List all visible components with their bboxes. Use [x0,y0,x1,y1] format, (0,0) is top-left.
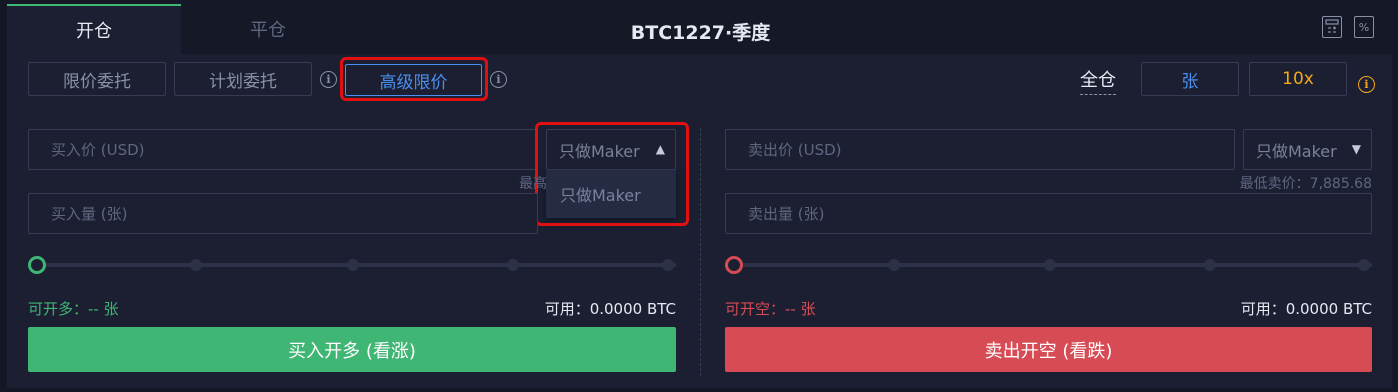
buy-amount-input[interactable] [51,204,537,223]
leverage-button[interactable]: 10x [1249,62,1347,96]
slider-node[interactable] [1044,259,1056,271]
sell-maker-label: 只做Maker [1256,141,1337,161]
column-divider [700,128,701,376]
buy-open-long-button[interactable]: 买入开多 (看涨) [28,327,676,372]
buy-amount-field[interactable] [28,193,538,234]
highlight-advanced-limit [340,57,488,101]
slider-node[interactable] [347,259,359,271]
buy-available-balance: 可用：0.0000 BTC [544,300,676,318]
sell-amount-input[interactable] [748,204,1371,223]
buy-open-amount: 可开多：-- 张 [28,300,119,318]
unit-select-button[interactable]: 张 [1141,62,1239,96]
info-icon[interactable]: i [320,71,337,88]
contract-title: BTC1227·季度 [630,22,771,44]
calculator-icon[interactable] [1322,16,1342,38]
plan-order-button[interactable]: 计划委托 [174,62,312,96]
limit-order-button[interactable]: 限价委托 [28,62,166,96]
tab-open-position[interactable]: 开仓 [7,4,181,54]
buy-price-input[interactable] [51,140,537,159]
slider-node[interactable] [662,259,674,271]
sell-open-amount: 可开空：-- 张 [725,300,816,318]
slider-node[interactable] [1358,259,1370,271]
sell-maker-select[interactable]: 只做Maker ▼ [1243,129,1372,170]
sell-slider-thumb[interactable] [725,256,743,274]
sell-price-field[interactable] [725,129,1235,170]
percent-icon[interactable]: % [1354,16,1374,38]
sell-amount-slider[interactable] [725,255,1372,275]
buy-price-field[interactable] [28,129,538,170]
sell-amount-field[interactable] [725,193,1372,234]
tab-close-position[interactable]: 平仓 [181,4,355,54]
slider-node[interactable] [507,259,519,271]
slider-node[interactable] [1204,259,1216,271]
slider-node[interactable] [888,259,900,271]
buy-max-price-hint: 最高 [519,176,547,192]
sell-open-short-button[interactable]: 卖出开空 (看跌) [725,327,1372,372]
slider-node[interactable] [190,259,202,271]
warning-info-icon[interactable]: i [1358,76,1375,93]
sell-available-balance: 可用：0.0000 BTC [1240,300,1372,318]
buy-amount-slider[interactable] [28,255,676,275]
chevron-down-icon: ▼ [1351,142,1361,156]
sell-min-price-hint: 最低卖价：7,885.68 [1239,176,1372,192]
highlight-maker-dropdown [535,122,689,226]
trade-panel: 开仓 平仓 BTC1227·季度 % 限价委托 计划委托 i 高级限价 i 全仓… [7,4,1392,388]
buy-slider-thumb[interactable] [28,256,46,274]
margin-mode-toggle[interactable]: 全仓 [1080,66,1116,95]
trade-header: 开仓 平仓 BTC1227·季度 % [7,4,1392,54]
info-icon[interactable]: i [490,71,507,88]
sell-price-input[interactable] [748,140,1234,159]
